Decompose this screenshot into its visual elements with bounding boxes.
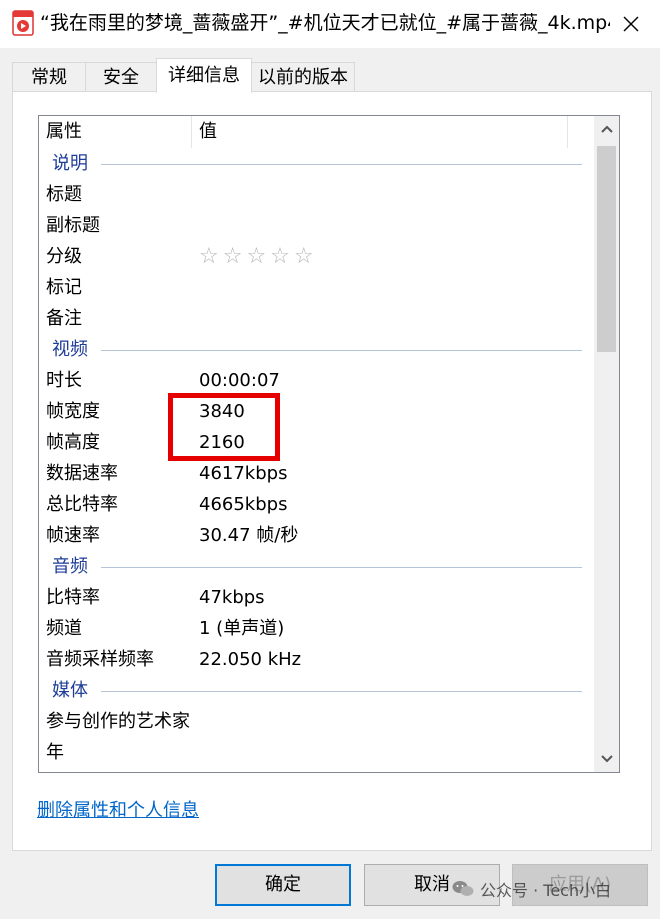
property-list[interactable]: 属性 值 说明 标题 副标题 分级 ☆☆☆☆☆ 标记 备注 视频 时长 00:0… xyxy=(38,115,620,773)
property-row-total-bitrate[interactable]: 总比特率 4665kbps xyxy=(39,489,595,520)
tab-previous-versions[interactable]: 以前的版本 xyxy=(251,62,355,92)
property-row-year[interactable]: 年 xyxy=(39,737,595,768)
window-title: “我在雨里的梦境_蔷薇盛开”_#机位天才已就位_#属于蔷薇_4k.mp4 属性 xyxy=(40,12,610,34)
chevron-down-icon xyxy=(600,755,613,763)
vertical-scrollbar[interactable] xyxy=(594,116,619,772)
group-divider xyxy=(101,164,582,165)
property-row-duration[interactable]: 时长 00:00:07 xyxy=(39,365,595,396)
group-header-media: 媒体 xyxy=(39,675,595,706)
video-file-icon xyxy=(12,10,34,36)
group-header-video: 视频 xyxy=(39,334,595,365)
group-divider xyxy=(101,567,582,568)
column-header-property[interactable]: 属性 xyxy=(39,116,192,148)
property-row-sample-rate[interactable]: 音频采样频率 22.050 kHz xyxy=(39,644,595,675)
remove-properties-link[interactable]: 删除属性和个人信息 xyxy=(37,796,199,822)
tab-details[interactable]: 详细信息 xyxy=(156,58,252,93)
close-icon xyxy=(623,16,639,32)
list-header: 属性 值 xyxy=(39,116,595,148)
tab-general[interactable]: 常规 xyxy=(12,62,86,92)
tab-strip: 常规 安全 详细信息 以前的版本 xyxy=(12,58,652,93)
tab-security[interactable]: 安全 xyxy=(85,62,157,92)
property-row-title[interactable]: 标题 xyxy=(39,179,595,210)
property-row-channels[interactable]: 频道 1 (单声道) xyxy=(39,613,595,644)
group-header-description: 说明 xyxy=(39,148,595,179)
scroll-up-button[interactable] xyxy=(594,116,619,142)
column-header-value[interactable]: 值 xyxy=(192,116,568,148)
property-row-rating[interactable]: 分级 ☆☆☆☆☆ xyxy=(39,241,595,272)
property-row-frame-height[interactable]: 帧高度 2160 xyxy=(39,427,595,458)
property-row-contributing-artists[interactable]: 参与创作的艺术家 xyxy=(39,706,595,737)
ok-button[interactable]: 确定 xyxy=(215,864,351,906)
scrollbar-thumb[interactable] xyxy=(597,146,616,352)
wechat-icon xyxy=(452,880,474,898)
property-row-bitrate[interactable]: 比特率 47kbps xyxy=(39,582,595,613)
watermark: 公众号 · Tech小白 xyxy=(452,877,611,901)
property-row-tags[interactable]: 标记 xyxy=(39,272,595,303)
details-panel: 属性 值 说明 标题 副标题 分级 ☆☆☆☆☆ 标记 备注 视频 时长 00:0… xyxy=(12,91,652,851)
title-bar: “我在雨里的梦境_蔷薇盛开”_#机位天才已就位_#属于蔷薇_4k.mp4 属性 xyxy=(0,0,660,48)
property-row-data-rate[interactable]: 数据速率 4617kbps xyxy=(39,458,595,489)
group-divider xyxy=(101,350,582,351)
property-row-frame-rate[interactable]: 帧速率 30.47 帧/秒 xyxy=(39,520,595,551)
property-rows: 说明 标题 副标题 分级 ☆☆☆☆☆ 标记 备注 视频 时长 00:00:07 … xyxy=(39,148,595,768)
scroll-down-button[interactable] xyxy=(594,746,619,772)
rating-stars-icon[interactable]: ☆☆☆☆☆ xyxy=(199,241,318,272)
property-row-comments[interactable]: 备注 xyxy=(39,303,595,334)
property-row-frame-width[interactable]: 帧宽度 3840 xyxy=(39,396,595,427)
property-row-subtitle[interactable]: 副标题 xyxy=(39,210,595,241)
group-header-audio: 音频 xyxy=(39,551,595,582)
close-button[interactable] xyxy=(602,0,660,48)
group-divider xyxy=(101,691,582,692)
chevron-up-icon xyxy=(600,125,613,133)
